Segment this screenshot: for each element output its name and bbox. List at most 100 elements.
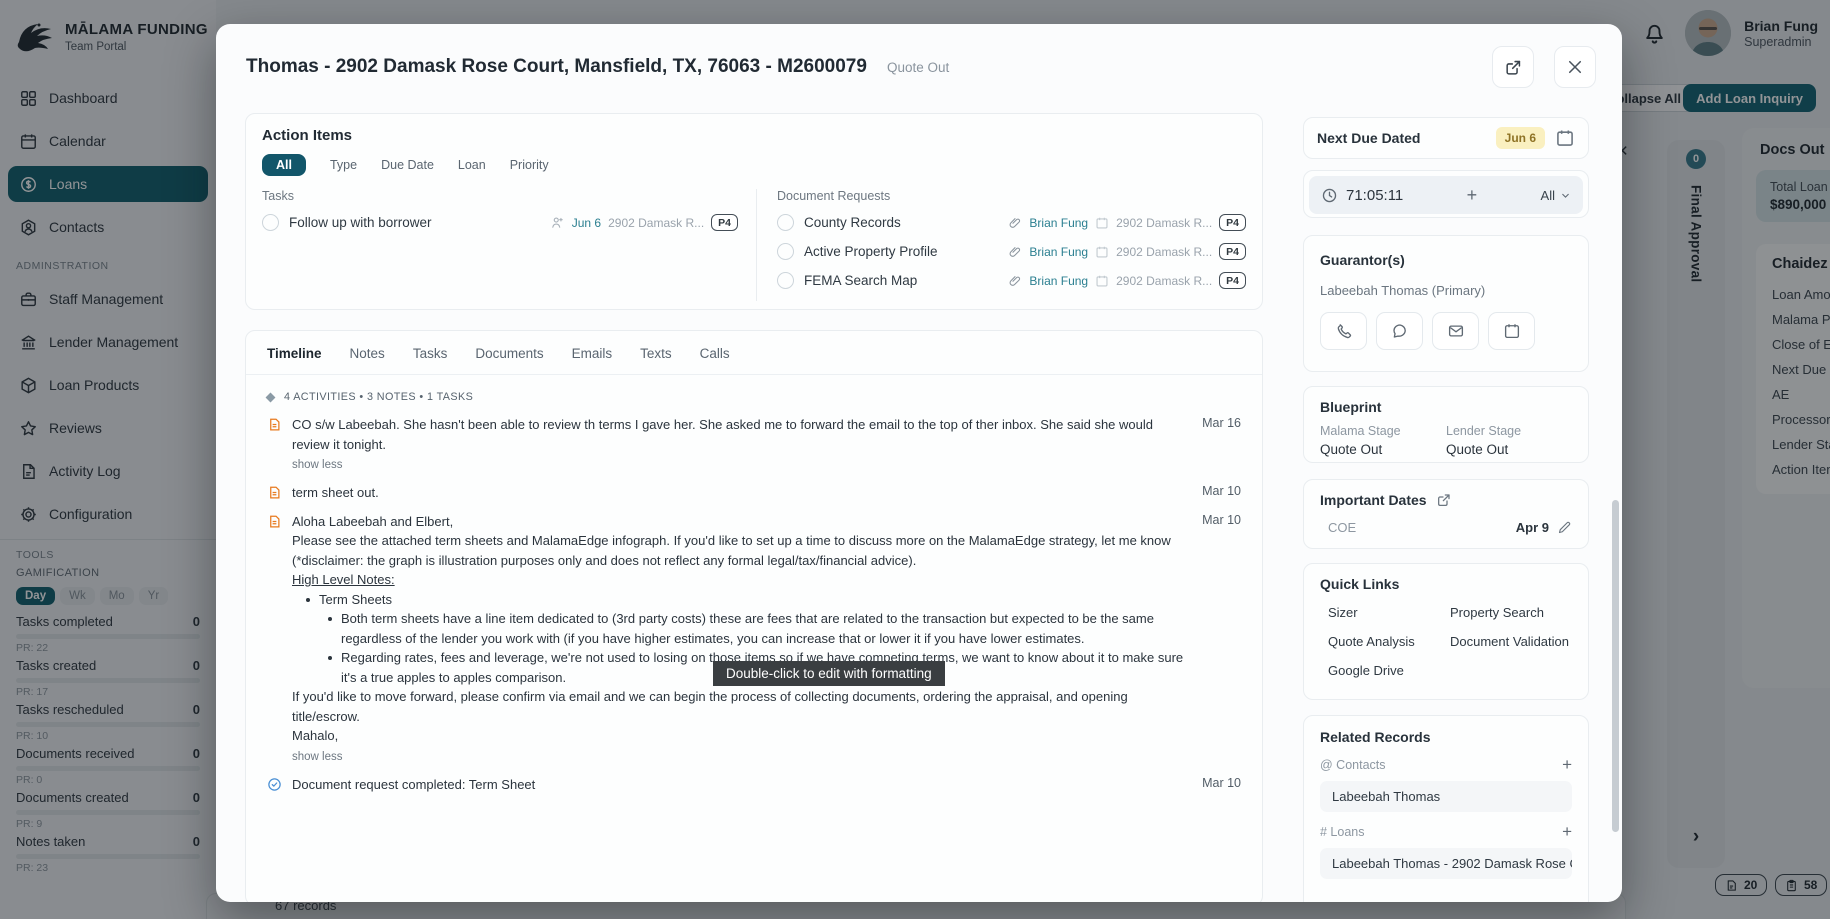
malama-stage-label: Malama Stage [1320,424,1446,438]
paperclip-icon[interactable] [1008,245,1022,259]
tab-documents[interactable]: Documents [475,346,543,361]
note-signoff: Mahalo, [292,726,1186,746]
loan-detail-modal: Thomas - 2902 Damask Rose Court, Mansfie… [216,24,1622,902]
guarantors-card: Guarantor(s) Labeebah Thomas (Primary) [1303,235,1589,372]
contacts-header: @ Contacts [1320,758,1386,772]
doc-request-radio[interactable] [777,272,794,289]
modal-scrollbar-thumb[interactable] [1612,500,1619,832]
quick-link-sizer[interactable]: Sizer [1328,605,1450,620]
important-dates-card: Important Dates COE Apr 9 [1303,479,1589,549]
chevron-down-icon [1560,190,1571,201]
bullet-dot [328,617,332,621]
activity-card: Timeline Notes Tasks Documents Emails Te… [245,330,1263,902]
add-loan-button[interactable]: + [1562,825,1572,839]
task-checkbox[interactable] [262,214,279,231]
doc-request-assignee[interactable]: Brian Fung [1029,216,1088,230]
doc-request-assignee[interactable]: Brian Fung [1029,245,1088,259]
bullet-dot [328,656,332,660]
priority-badge[interactable]: P4 [1219,214,1246,231]
calendar-icon[interactable] [1555,128,1575,148]
timer-filter-value: All [1541,188,1555,203]
tab-notes[interactable]: Notes [350,346,385,361]
timeline-entries: CO s/w Labeebah. She hasn't been able to… [246,413,1262,795]
calendar-small-icon[interactable] [1095,274,1109,288]
important-date-row: COE Apr 9 [1320,520,1572,535]
related-contact[interactable]: Labeebah Thomas [1320,781,1572,812]
priority-badge[interactable]: P4 [1219,272,1246,289]
doc-request-row[interactable]: County Records Brian Fung 2902 Damask R.… [777,214,1246,231]
note-sub-bullet: Both term sheets have a line item dedica… [341,609,1186,648]
paperclip-icon[interactable] [1008,274,1022,288]
doc-request-loan-ref[interactable]: 2902 Damask R... [1116,216,1212,230]
activity-summary-row: 4 ACTIVITIES • 3 NOTES • 1 TASKS [246,375,1262,413]
add-contact-button[interactable]: + [1562,758,1572,772]
filter-tab-priority[interactable]: Priority [510,158,549,172]
modal-header: Thomas - 2902 Damask Rose Court, Mansfie… [216,24,1622,96]
quick-link-property-search[interactable]: Property Search [1450,605,1572,620]
loans-header: # Loans [1320,825,1364,839]
modal-right-panel: Next Due Dated Jun 6 71:05:11 + All Guar… [1303,117,1589,902]
guarantor-name: Labeebah Thomas (Primary) [1320,283,1572,298]
quick-link-document-validation[interactable]: Document Validation [1450,634,1572,649]
doc-request-row[interactable]: Active Property Profile Brian Fung 2902 … [777,243,1246,260]
note-icon [267,483,283,503]
assign-person-icon[interactable] [550,215,565,230]
doc-request-label: FEMA Search Map [804,273,998,288]
tab-texts[interactable]: Texts [640,346,672,361]
chat-button[interactable] [1376,312,1423,350]
doc-request-label: County Records [804,215,998,230]
doc-request-loan-ref[interactable]: 2902 Damask R... [1116,274,1212,288]
quick-link-google-drive[interactable]: Google Drive [1328,663,1450,678]
quick-links-title: Quick Links [1320,576,1572,592]
calendar-small-icon[interactable] [1095,245,1109,259]
email-button[interactable] [1432,312,1479,350]
tab-emails[interactable]: Emails [572,346,613,361]
open-in-new-tab-button[interactable] [1492,46,1534,88]
quick-link-quote-analysis[interactable]: Quote Analysis [1328,634,1450,649]
timer-filter-dropdown[interactable]: All [1541,188,1571,203]
paperclip-icon[interactable] [1008,216,1022,230]
external-link-icon[interactable] [1436,492,1452,508]
timeline-event-completed[interactable]: Document request completed: Term Sheet M… [267,775,1241,795]
related-loan[interactable]: Labeebah Thomas - 2902 Damask Rose Court… [1320,848,1572,879]
schedule-button[interactable] [1488,312,1535,350]
doc-request-radio[interactable] [777,214,794,231]
document-requests-column: Document Requests County Records Brian F… [757,189,1246,301]
priority-badge[interactable]: P4 [1219,243,1246,260]
doc-request-assignee[interactable]: Brian Fung [1029,274,1088,288]
date-label: COE [1328,520,1516,535]
check-circle-icon [267,775,283,795]
timeline-note[interactable]: term sheet out. Mar 10 [267,483,1241,503]
task-loan-ref[interactable]: 2902 Damask R... [608,216,704,230]
add-time-button[interactable]: + [1411,185,1532,206]
task-due-date[interactable]: Jun 6 [572,216,601,230]
filter-tab-loan[interactable]: Loan [458,158,486,172]
malama-stage-value: Quote Out [1320,442,1446,457]
next-due-date-badge[interactable]: Jun 6 [1496,127,1545,149]
filter-tab-all[interactable]: All [262,154,306,176]
close-modal-button[interactable] [1554,46,1596,88]
show-less-link[interactable]: show less [292,749,343,766]
filter-tab-type[interactable]: Type [330,158,357,172]
modal-title: Thomas - 2902 Damask Rose Court, Mansfie… [246,56,867,78]
timer-value: 71:05:11 [1346,187,1403,204]
tab-timeline[interactable]: Timeline [267,346,322,361]
action-items-card: Action Items All Type Due Date Loan Prio… [245,113,1263,310]
doc-request-row[interactable]: FEMA Search Map Brian Fung 2902 Damask R… [777,272,1246,289]
timeline-note[interactable]: CO s/w Labeebah. She hasn't been able to… [267,415,1241,474]
edit-tooltip: Double-click to edit with formatting [713,661,945,686]
tab-calls[interactable]: Calls [700,346,730,361]
priority-badge[interactable]: P4 [711,214,738,231]
tab-tasks[interactable]: Tasks [413,346,448,361]
activity-summary: 4 ACTIVITIES • 3 NOTES • 1 TASKS [284,391,473,403]
doc-request-loan-ref[interactable]: 2902 Damask R... [1116,245,1212,259]
task-row[interactable]: Follow up with borrower Jun 6 2902 Damas… [262,214,738,231]
edit-pencil-icon[interactable] [1557,520,1572,535]
filter-tab-due-date[interactable]: Due Date [381,158,434,172]
note-icon [267,512,283,766]
calendar-small-icon[interactable] [1095,216,1109,230]
timeline-note[interactable]: Aloha Labeebah and Elbert, Please see th… [267,512,1241,766]
call-button[interactable] [1320,312,1367,350]
show-less-link[interactable]: show less [292,457,343,474]
doc-request-radio[interactable] [777,243,794,260]
